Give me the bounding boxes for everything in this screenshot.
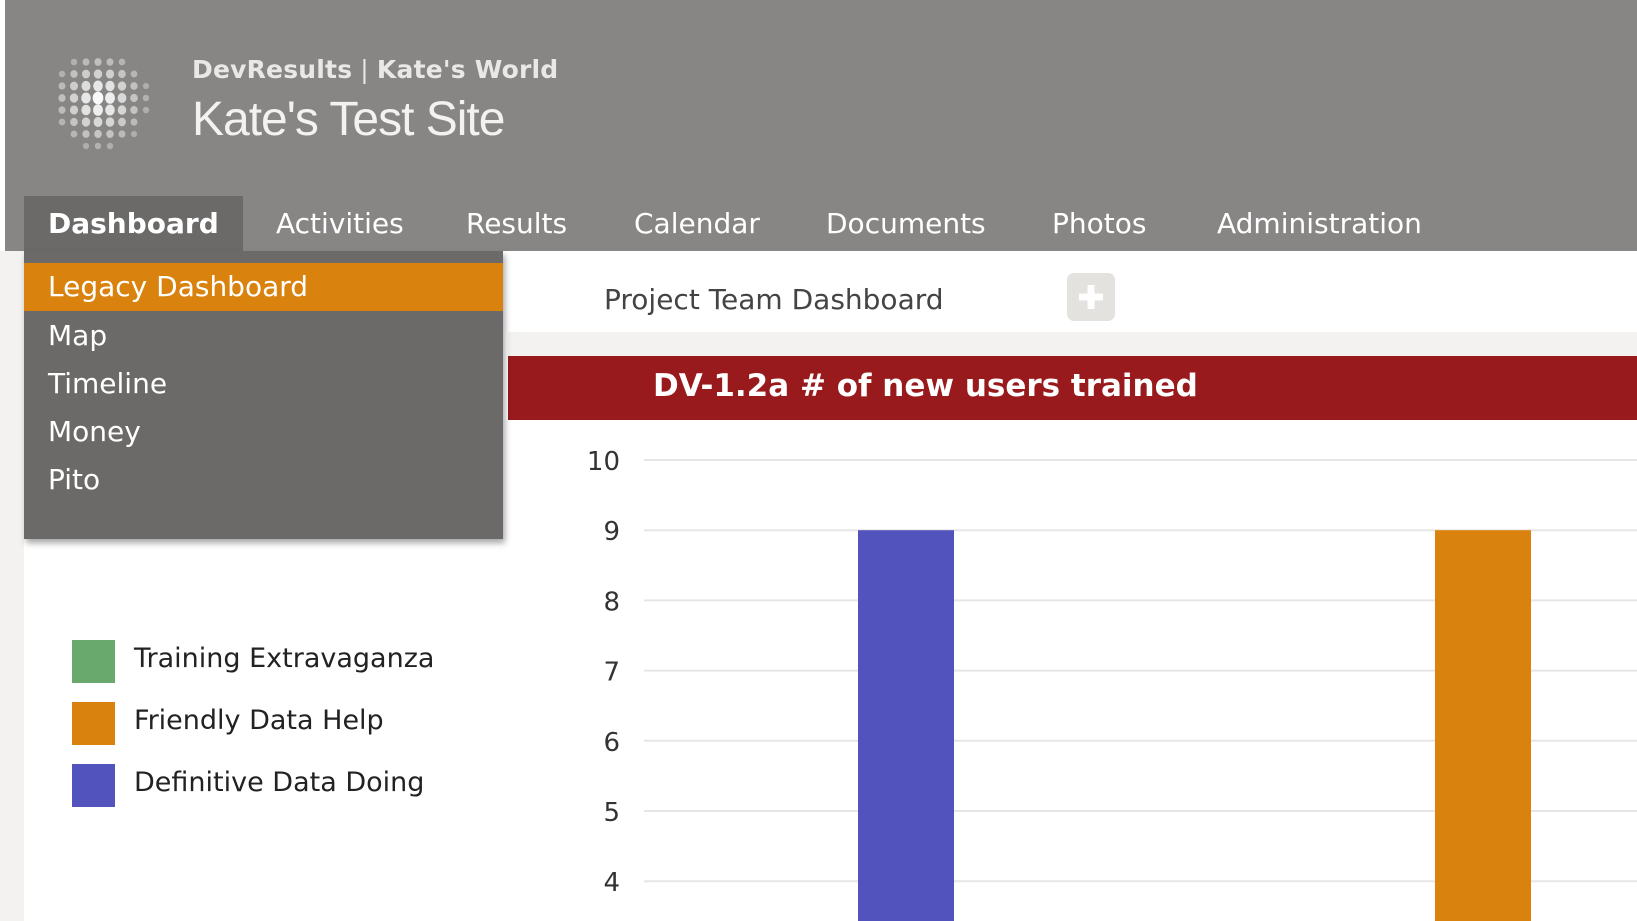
logo-dot [106, 58, 114, 66]
logo-dot [118, 130, 126, 138]
logo-dot [105, 117, 115, 127]
logo-dot [70, 58, 78, 66]
logo-dot [130, 130, 138, 138]
nav-tab-dashboard[interactable]: Dashboard [24, 196, 243, 251]
logo-dot [93, 69, 103, 79]
logo-dot [81, 92, 91, 104]
logo-dot [58, 106, 66, 114]
legend-swatch [72, 640, 115, 683]
add-dashboard-button[interactable] [1067, 273, 1115, 321]
logo-dot [105, 104, 115, 116]
menu-item-money[interactable]: Money [24, 408, 503, 456]
chart-panel: DV-1.2a # of new users trained 10 9 8 7 6 5 4 [508, 356, 1637, 921]
menu-item-pito[interactable]: Pito [24, 456, 503, 504]
logo-dot [117, 81, 127, 91]
y-tick-label: 4 [603, 868, 620, 898]
logo-dot [117, 105, 127, 115]
legend-item[interactable]: Training Extravaganza [72, 640, 502, 684]
logo-dot [130, 93, 138, 103]
logo-dot [105, 69, 115, 79]
legend-swatch [72, 764, 115, 807]
logo-dot [130, 70, 138, 78]
y-tick-label: 5 [603, 798, 620, 828]
logo-dot [106, 142, 114, 150]
logo-dot [93, 80, 103, 92]
logo-dot [130, 105, 138, 115]
logo-dot [106, 129, 114, 139]
logo-dot [93, 117, 103, 127]
logo-dot [58, 94, 66, 102]
tab-project-team-dashboard[interactable]: Project Team Dashboard [604, 283, 944, 316]
y-tick-label: 7 [603, 658, 620, 688]
logo-dot [82, 130, 90, 138]
legend-label: Definitive Data Doing [134, 767, 425, 798]
logo-dot [118, 69, 126, 79]
nav-tab-administration[interactable]: Administration [1217, 196, 1422, 251]
y-tick-label: 8 [603, 587, 620, 617]
dashboard-dropdown-menu: Legacy Dashboard Map Timeline Money Pito [24, 251, 503, 539]
logo-dot [81, 69, 91, 79]
y-tick-label: 10 [587, 447, 620, 477]
logo-dot [93, 104, 103, 116]
legend-label: Training Extravaganza [134, 643, 435, 674]
logo-dot [81, 117, 91, 127]
brand-name[interactable]: DevResults [192, 55, 352, 84]
legend-item[interactable]: Definitive Data Doing [72, 764, 502, 808]
logo-dot [142, 106, 150, 114]
legend-swatch [72, 702, 115, 745]
legend-label: Friendly Data Help [134, 705, 384, 736]
menu-item-timeline[interactable]: Timeline [24, 360, 503, 408]
bar-friendly-data-help[interactable] [1435, 530, 1531, 921]
nav-tab-photos[interactable]: Photos [1052, 196, 1146, 251]
menu-item-map[interactable]: Map [24, 312, 503, 360]
legend-item[interactable]: Friendly Data Help [72, 702, 502, 746]
chart-title: DV-1.2a # of new users trained [653, 368, 1198, 404]
bar-definitive-data-doing[interactable] [858, 530, 954, 921]
site-title: Kate's Test Site [192, 93, 505, 146]
logo-dot [82, 58, 90, 66]
logo-dot [69, 81, 79, 91]
y-tick-label: 6 [603, 728, 620, 758]
logo-dot [70, 70, 78, 78]
logo-dot [70, 117, 78, 127]
logo-dot [58, 82, 66, 90]
logo-dot [94, 58, 102, 66]
logo-dot [142, 94, 150, 102]
logo-dot [142, 82, 150, 90]
logo-dot [130, 118, 138, 126]
nav-tab-results[interactable]: Results [466, 196, 567, 251]
menu-item-legacy-dashboard[interactable]: Legacy Dashboard [24, 263, 503, 311]
nav-tab-calendar[interactable]: Calendar [634, 196, 760, 251]
logo-dot [69, 93, 79, 103]
logo-dot [130, 82, 138, 90]
plus-icon [1079, 285, 1103, 309]
logo-dot [118, 117, 126, 127]
logo-dot [58, 70, 66, 78]
brand-line: DevResults | Kate's World [192, 55, 558, 84]
logo-dot [94, 129, 102, 139]
logo-dot [58, 118, 66, 126]
logo-dot [117, 93, 127, 103]
logo-dot [81, 80, 91, 92]
y-tick-label: 9 [603, 517, 620, 547]
logo-dot [105, 80, 115, 92]
logo-dot [81, 104, 91, 116]
devresults-logo [58, 58, 150, 150]
bar-chart: 10 9 8 7 6 5 4 [587, 447, 1637, 921]
logo-dot [70, 130, 78, 138]
logo-dot [94, 142, 102, 150]
chart-title-banner: DV-1.2a # of new users trained [508, 356, 1637, 420]
brand-separator: | [360, 55, 369, 84]
logo-dot [118, 58, 126, 66]
workspace-name[interactable]: Kate's World [377, 55, 558, 84]
logo-dot [69, 105, 79, 115]
nav-tab-activities[interactable]: Activities [276, 196, 404, 251]
nav-tab-documents[interactable]: Documents [826, 196, 986, 251]
logo-dot [105, 92, 115, 104]
logo-dot [92, 91, 104, 105]
logo-dot [82, 142, 90, 150]
